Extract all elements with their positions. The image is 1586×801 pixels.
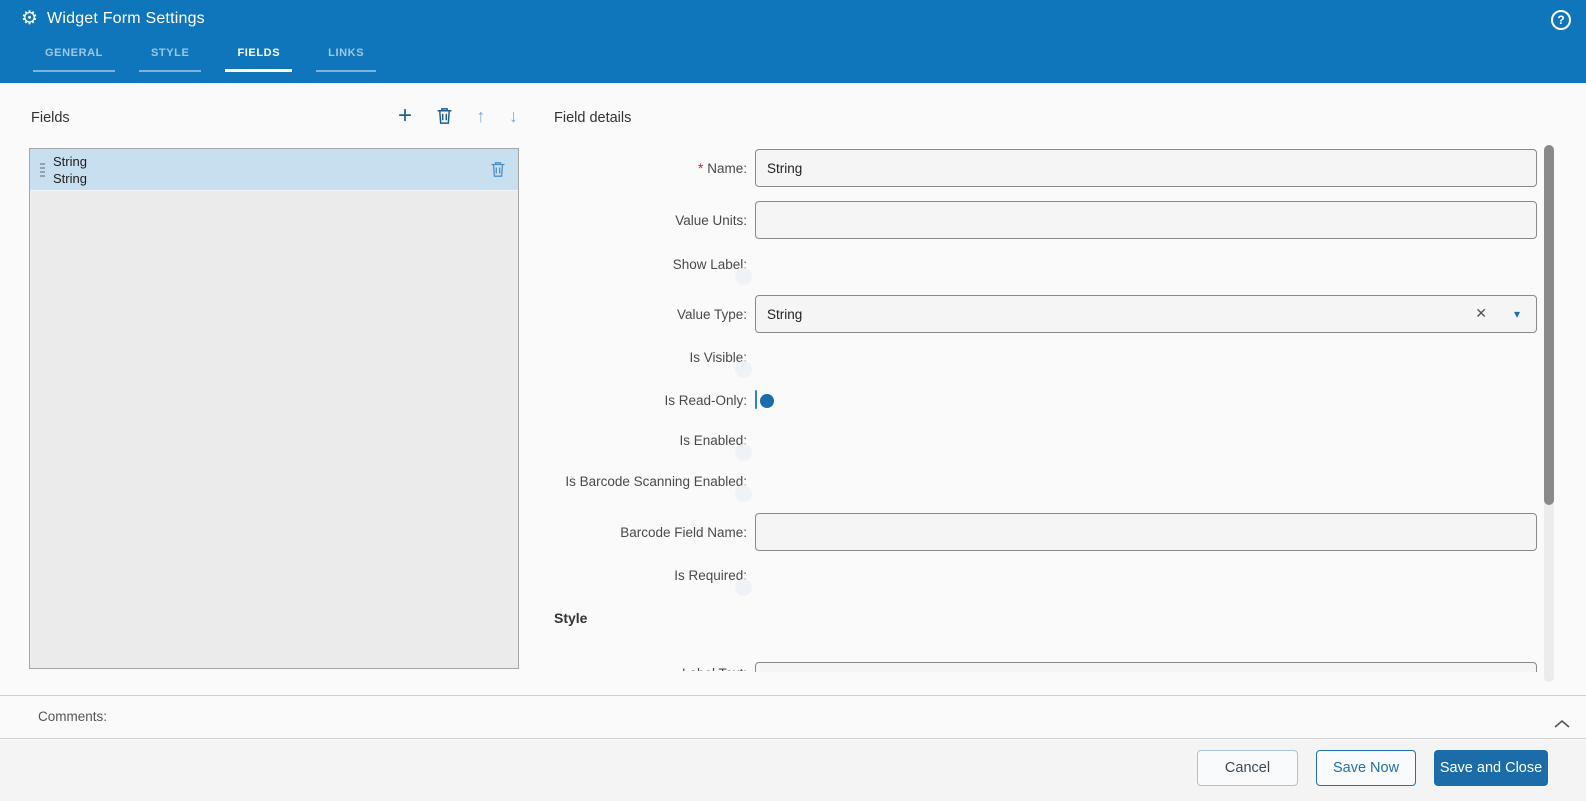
is-required-label: Is Required: — [674, 568, 747, 583]
list-item-string[interactable]: String String — [30, 149, 518, 191]
is-read-only-toggle[interactable] — [755, 390, 757, 409]
move-down-icon[interactable]: ↓ — [509, 107, 518, 125]
tab-bar: GENERAL STYLE FIELDS LINKS — [33, 47, 377, 72]
drag-handle-icon[interactable] — [40, 162, 45, 177]
is-barcode-scanning-label: Is Barcode Scanning Enabled: — [565, 474, 747, 489]
comments-bar[interactable]: Comments: — [0, 695, 1586, 739]
is-read-only-row: Is Read-Only: — [554, 390, 1537, 409]
fields-panel-title: Fields — [31, 110, 70, 126]
is-visible-row: Is Visible: — [554, 350, 1537, 365]
chevron-down-icon[interactable]: ▾ — [1514, 307, 1520, 321]
form-scrollbar-thumb[interactable] — [1544, 145, 1554, 505]
save-now-button[interactable]: Save Now — [1316, 750, 1416, 786]
clear-icon[interactable]: ✕ — [1475, 305, 1487, 322]
form-scrollbar-track[interactable] — [1544, 145, 1554, 682]
value-units-label: Value Units: — [675, 212, 747, 228]
move-up-icon[interactable]: ↑ — [476, 107, 485, 125]
name-label: * Name: — [697, 160, 747, 176]
chevron-up-icon[interactable] — [1553, 716, 1571, 734]
is-required-row: Is Required: — [554, 568, 1537, 583]
name-input[interactable] — [755, 149, 1537, 187]
is-enabled-row: Is Enabled: — [554, 433, 1537, 448]
label-text-label: Label Text: — [682, 666, 747, 671]
style-section-title: Style — [554, 610, 588, 626]
help-icon[interactable]: ? — [1551, 10, 1571, 30]
name-row: * Name: — [554, 149, 1537, 187]
barcode-field-name-input[interactable] — [755, 513, 1537, 551]
fields-toolbar: + ↑ ↓ — [398, 104, 518, 128]
footer-buttons: Cancel Save Now Save and Close — [1197, 750, 1548, 786]
save-and-close-button[interactable]: Save and Close — [1434, 750, 1548, 786]
field-details-form: *Name: Value Units: Show Label: Value Ty… — [554, 105, 1537, 672]
comments-label: Comments: — [38, 709, 108, 724]
widget-form-settings-dialog: ⚙ Widget Form Settings ? GENERAL STYLE F… — [0, 0, 1586, 801]
footer-bar: Cancel Save Now Save and Close — [0, 740, 1586, 801]
required-marker: * — [697, 160, 704, 176]
delete-field-icon[interactable] — [436, 107, 453, 125]
label-text-input[interactable] — [755, 662, 1537, 672]
list-item-label: String String — [53, 153, 87, 186]
is-barcode-scanning-row: Is Barcode Scanning Enabled: — [554, 474, 1537, 489]
page-title: Widget Form Settings — [47, 9, 205, 27]
label-text-row-clipped: Label Text: — [554, 655, 1537, 672]
tab-general[interactable]: GENERAL — [33, 47, 115, 72]
item-delete-icon[interactable] — [490, 161, 506, 183]
value-units-row: Value Units: — [554, 201, 1537, 239]
barcode-field-name-row: Barcode Field Name: — [554, 513, 1537, 551]
barcode-field-name-label: Barcode Field Name: — [620, 524, 747, 540]
show-label-label: Show Label: — [672, 257, 747, 272]
value-type-select[interactable] — [755, 295, 1537, 333]
settings-gear-icon: ⚙ — [21, 8, 39, 29]
is-read-only-label: Is Read-Only: — [664, 392, 747, 408]
cancel-button[interactable]: Cancel — [1197, 750, 1298, 786]
tab-fields[interactable]: FIELDS — [225, 47, 293, 72]
value-units-input[interactable] — [755, 201, 1537, 239]
add-field-icon[interactable]: + — [398, 104, 412, 128]
is-enabled-label: Is Enabled: — [679, 433, 747, 448]
title-row: ⚙ Widget Form Settings — [21, 9, 205, 28]
show-label-row: Show Label: — [554, 257, 1537, 272]
tab-style[interactable]: STYLE — [138, 47, 202, 72]
value-type-label: Value Type: — [676, 306, 747, 322]
is-visible-label: Is Visible: — [689, 350, 747, 365]
tab-links[interactable]: LINKS — [316, 47, 377, 72]
value-type-row: Value Type: ✕ ▾ — [554, 295, 1537, 333]
header-bar: ⚙ Widget Form Settings ? GENERAL STYLE F… — [0, 0, 1586, 83]
fields-list: String String — [29, 148, 519, 669]
